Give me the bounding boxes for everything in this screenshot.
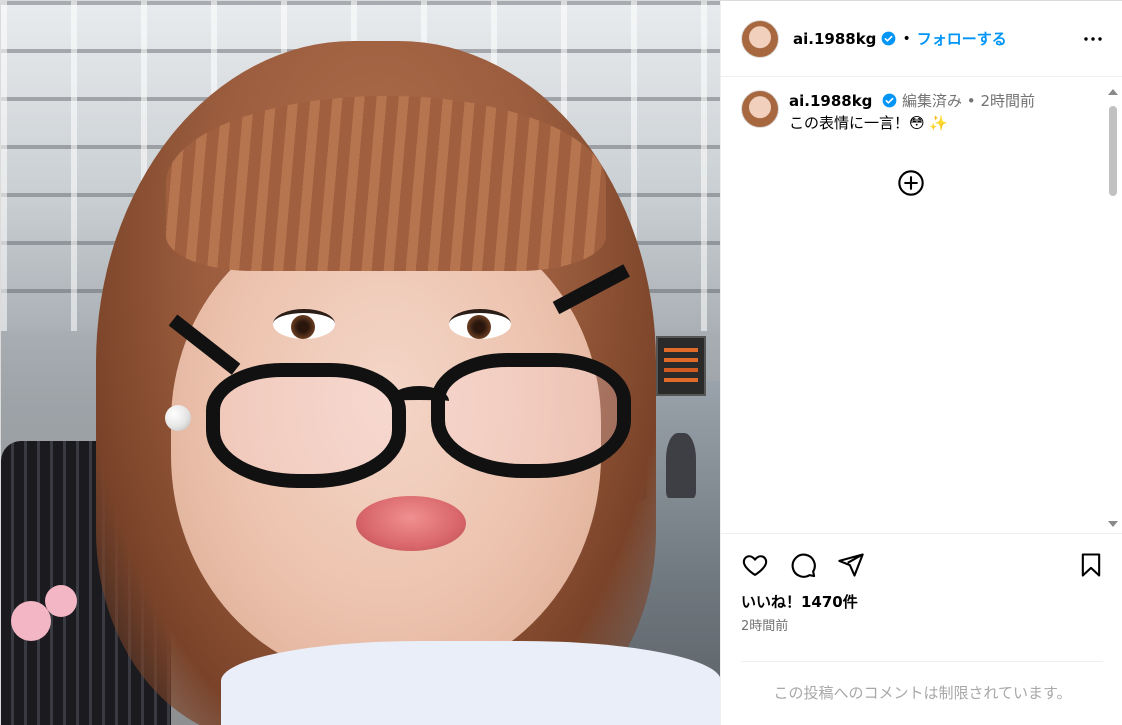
verified-badge-icon — [882, 31, 896, 46]
caption-time[interactable]: 2時間前 — [980, 92, 1035, 110]
verified-badge-icon — [882, 93, 897, 108]
post-photo[interactable] — [1, 1, 720, 725]
comment-icon[interactable] — [789, 551, 817, 579]
caption-username[interactable]: ai.1988kg — [789, 92, 872, 110]
caption-text: この表情に一言！😳 ✨ — [789, 114, 949, 132]
caption-avatar[interactable] — [741, 90, 779, 128]
edited-label: 編集済み — [902, 92, 963, 110]
pearl-earring — [165, 405, 191, 431]
share-icon[interactable] — [837, 551, 865, 579]
subject-eye-left — [273, 309, 335, 339]
scroll-down-arrow-icon[interactable] — [1106, 518, 1120, 530]
comments-scrollbar[interactable] — [1106, 84, 1120, 530]
more-options-icon[interactable] — [1081, 27, 1105, 51]
departure-board — [656, 336, 706, 396]
bookmark-icon[interactable] — [1077, 551, 1105, 579]
post-timestamp[interactable]: 2時間前 — [741, 615, 788, 634]
plus-circle-icon[interactable] — [897, 169, 925, 197]
header-separator: • — [902, 30, 911, 47]
likes-count[interactable]: いいね！1470件 — [741, 591, 858, 612]
subject-eye-right — [449, 309, 511, 339]
subject-bangs — [166, 96, 606, 271]
caption-body: ai.1988kg 編集済み • 2時間前 この表情に一言！😳 ✨ — [789, 90, 1035, 134]
divider — [741, 661, 1103, 662]
subject-lips — [356, 496, 466, 551]
comments-area[interactable]: ai.1988kg 編集済み • 2時間前 この表情に一言！😳 ✨ — [721, 78, 1122, 534]
glasses-lens-left — [206, 363, 406, 488]
post-header: ai.1988kg • フォローする — [721, 1, 1122, 77]
glasses-lens-right — [431, 353, 631, 478]
background-person — [666, 433, 696, 498]
post-side-panel: ai.1988kg • フォローする ai.1988kg 編集済み • 2時間前… — [720, 1, 1122, 725]
comments-restricted-notice: この投稿へのコメントは制限されています。 — [773, 684, 1072, 702]
scrollbar-thumb[interactable] — [1109, 106, 1117, 196]
scroll-up-arrow-icon[interactable] — [1106, 86, 1120, 98]
post-window: ai.1988kg • フォローする ai.1988kg 編集済み • 2時間前… — [0, 0, 1122, 725]
caption-row: ai.1988kg 編集済み • 2時間前 この表情に一言！😳 ✨ — [721, 78, 1122, 134]
header-username[interactable]: ai.1988kg — [793, 30, 876, 48]
caption-separator: • — [966, 92, 976, 110]
follow-button[interactable]: フォローする — [917, 28, 1007, 49]
action-bar — [741, 551, 1104, 583]
heart-icon[interactable] — [741, 551, 769, 579]
glasses-bridge — [389, 386, 449, 416]
subject-shirt — [221, 641, 720, 725]
avatar[interactable] — [741, 19, 779, 58]
